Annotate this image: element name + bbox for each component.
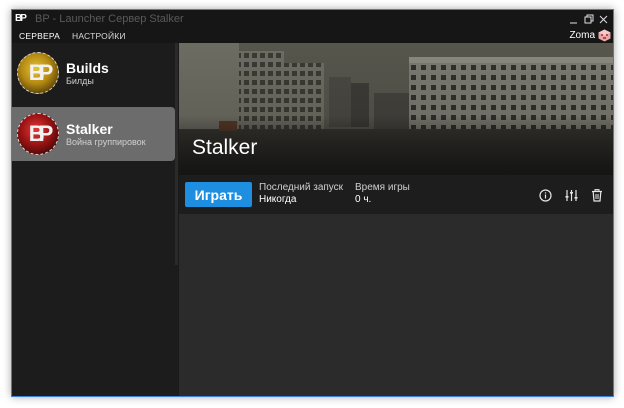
server-name: Builds: [66, 59, 109, 76]
info-icon: [538, 188, 552, 202]
restore-icon: [584, 14, 593, 24]
last-launch-value: Никогда: [259, 194, 297, 205]
title-bar[interactable]: BP BP - Launcher Сервер Stalker: [12, 10, 613, 28]
play-button[interactable]: Играть: [185, 182, 252, 207]
close-button[interactable]: [596, 10, 611, 28]
window-controls: [566, 10, 611, 28]
info-button[interactable]: [537, 187, 553, 203]
server-name: Stalker: [66, 120, 113, 137]
app-logo-icon: BP: [15, 13, 27, 24]
playtime: Время игры 0 ч.: [355, 182, 410, 206]
builds-logo-icon: BP: [17, 52, 59, 94]
minimize-button[interactable]: [566, 10, 581, 28]
user-account[interactable]: Zoma: [569, 28, 611, 43]
server-info: Stalker Война группировок: [66, 121, 146, 148]
server-item-builds[interactable]: BP Builds Билды: [12, 46, 175, 100]
launcher-window: BP BP - Launcher Сервер Stalker СЕРВЕРА …: [11, 9, 614, 397]
playtime-label: Время игры: [355, 182, 410, 193]
sliders-icon: [565, 189, 577, 201]
action-bar: Играть Последний запуск Никогда Время иг…: [179, 175, 613, 214]
server-banner-image: Stalker: [179, 43, 613, 175]
delete-button[interactable]: [589, 187, 605, 203]
server-description: Война группировок: [66, 136, 146, 147]
user-name: Zoma: [569, 30, 595, 41]
last-launch-label: Последний запуск: [259, 182, 344, 193]
server-details: Stalker Играть Последний запуск Никогда …: [179, 43, 613, 396]
server-list: BP Builds Билды BP Stalker Война группир…: [12, 43, 178, 396]
window-title: BP - Launcher Сервер Stalker: [35, 13, 184, 25]
close-icon: [599, 15, 608, 23]
menu-settings[interactable]: НАСТРОЙКИ: [72, 31, 126, 41]
playtime-value: 0 ч.: [355, 194, 372, 205]
trash-icon: [592, 188, 602, 202]
avatar-icon: [598, 29, 611, 42]
server-item-stalker[interactable]: BP Stalker Война группировок: [12, 107, 175, 161]
minimize-icon: [570, 22, 577, 23]
last-launch: Последний запуск Никогда: [259, 182, 343, 206]
settings-button[interactable]: [563, 187, 579, 203]
maximize-button[interactable]: [581, 10, 596, 28]
sidebar-scrollbar[interactable]: [175, 43, 178, 265]
menu-servers[interactable]: СЕРВЕРА: [19, 31, 60, 41]
server-description: Билды: [66, 75, 94, 86]
menu-bar: СЕРВЕРА НАСТРОЙКИ Zoma: [12, 28, 613, 43]
stalker-logo-icon: BP: [17, 113, 59, 155]
server-title: Stalker: [192, 136, 258, 159]
server-info: Builds Билды: [66, 60, 109, 87]
